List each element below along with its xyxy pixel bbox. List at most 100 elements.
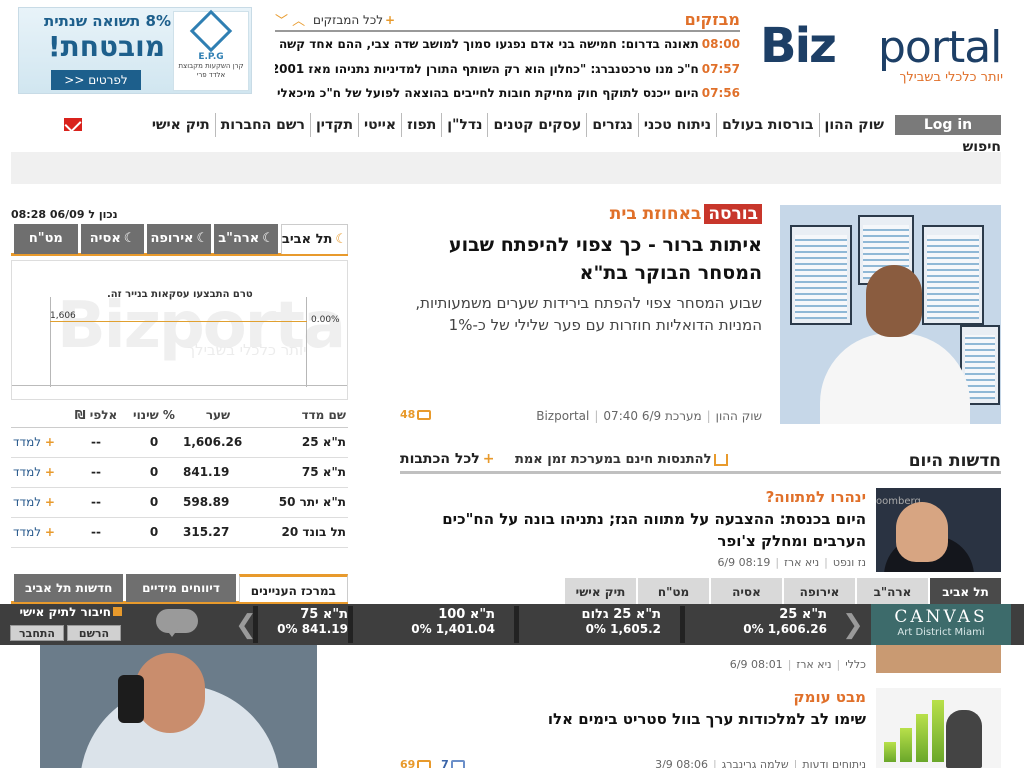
nav-item-small-business[interactable]: עסקים קטנים — [487, 113, 586, 137]
table-row[interactable]: ת"א 75 841.19 0 -- + למדד — [11, 457, 348, 488]
nav-item-derivatives[interactable]: נגזרים — [586, 113, 638, 137]
news-section[interactable]: נז ונפט — [833, 556, 866, 569]
mail-icon[interactable] — [64, 118, 82, 131]
index-volume: -- — [67, 517, 125, 548]
lead-comments[interactable]: 48 — [400, 408, 432, 421]
nav-item-world-markets[interactable]: בורסות בעולם — [716, 113, 818, 137]
lead-section[interactable]: שוק ההון — [716, 409, 762, 423]
index-rate: 1,606.26 — [183, 427, 253, 458]
table-row[interactable]: ת"א יתר 50 598.89 0 -- + למדד — [11, 487, 348, 518]
nav-item-real-estate[interactable]: נדל"ן — [441, 113, 487, 137]
portfolio-connect-label[interactable]: חיבור לתיק אישי — [0, 605, 122, 619]
tab-forex[interactable]: מט"ח — [638, 578, 709, 604]
all-articles-link[interactable]: +לכל הכתבות — [400, 451, 495, 467]
ad-details-button[interactable]: לפרטים << — [51, 70, 141, 90]
quote-ta25[interactable]: ת"א 25 1,606.26 0% — [687, 607, 827, 642]
tab-asia[interactable]: ☾אסיה — [80, 224, 145, 254]
epg-banner-ad[interactable]: E.P.G קרן השקעות מקבוצת אלדד פרי 8% תשוא… — [18, 7, 252, 94]
quote-ta75[interactable]: ת"א 75 841.19 0% — [258, 607, 348, 642]
epg-logo: E.P.G קרן השקעות מקבוצת אלדד פרי — [173, 9, 249, 91]
nav-item-capital-market[interactable]: שוק ההון — [818, 113, 889, 137]
lead-title[interactable]: איתות ברור - כך צפוי להיפתח שבוע המסחר ה… — [400, 231, 762, 287]
tab-europe[interactable]: ☾אירופה — [147, 224, 212, 254]
nav-item-takdin[interactable]: תקדין — [309, 113, 358, 137]
phone-icon — [118, 675, 144, 723]
tab-tel-aviv[interactable]: ☾תל אביב — [280, 224, 348, 254]
tab-tel-aviv-news[interactable]: חדשות תל אביב — [14, 574, 124, 602]
news-title[interactable]: שימו לב למלכודות ערך בוול סטריט בימים אל… — [400, 708, 866, 730]
to-index-link[interactable]: + למדד — [11, 427, 67, 458]
realtime-trial-link[interactable]: להתנסות חינם במערכת זמן אמת — [515, 452, 729, 467]
quote-name: ת"א 25 גלום — [581, 607, 661, 622]
ticker-header: מבזקים +לכל המבזקים ︿ ﹀ — [275, 8, 740, 32]
nav-item-portfolio[interactable]: תיק אישי — [147, 113, 215, 137]
nav-item-it[interactable]: אייטי — [358, 113, 401, 137]
news-title[interactable]: היום בכנסת: ההצבעה על מתווה הגז; נתניהו … — [400, 508, 866, 552]
quote-value: 1,605.2 0% — [585, 622, 661, 636]
chat-icon[interactable] — [156, 609, 198, 637]
plus-icon: + — [44, 465, 55, 479]
index-name[interactable]: ת"א 75 — [253, 457, 348, 488]
tab-asia[interactable]: אסיה — [711, 578, 782, 604]
ticker-item[interactable]: 07:57ח"כ מנו טרכטנברג: "כחלון הוא רק השו… — [275, 62, 740, 76]
table-row[interactable]: ת"א 25 1,606.26 0 -- + למדד — [11, 427, 348, 458]
tab-portfolio[interactable]: תיק אישי — [565, 578, 636, 604]
quote-ta25-gross[interactable]: ת"א 25 גלום 1,605.2 0% — [521, 607, 661, 642]
table-row[interactable]: תל בונד 20 315.27 0 -- + למדד — [11, 517, 348, 548]
index-name[interactable]: ת"א 25 — [253, 427, 348, 458]
todays-news-title: חדשות היום — [908, 451, 1001, 471]
bizportal-logo[interactable]: Biz portal יותר כלכלי בשבילך — [760, 18, 1005, 88]
epg-diamond-icon — [189, 9, 233, 53]
tab-immediate-reports[interactable]: דיווחים מידיים — [126, 574, 236, 602]
tab-forex[interactable]: מט"ח — [13, 224, 78, 254]
news-comments[interactable]: 7 69 — [400, 758, 465, 768]
tab-europe[interactable]: אירופה — [784, 578, 855, 604]
index-volume: -- — [67, 457, 125, 488]
news-thumbnail[interactable]: oomberg — [876, 488, 1001, 572]
all-flashes-link[interactable]: +לכל המבזקים — [313, 13, 395, 27]
to-index-link[interactable]: + למדד — [11, 517, 67, 548]
chart-axis — [12, 385, 347, 386]
index-name[interactable]: ת"א יתר 50 — [253, 487, 348, 518]
trader-figure — [820, 333, 970, 424]
lead-category-tag[interactable]: בורסה — [704, 204, 762, 224]
chevron-right-icon[interactable]: ❯ — [842, 610, 864, 640]
tab-in-focus[interactable]: במרכז העניינים — [238, 574, 348, 602]
nav-item-companies-registry[interactable]: רשם החברות — [214, 113, 310, 137]
quote-divider — [680, 606, 685, 643]
news-item[interactable]: כללי|ניא ארז|08:01 6/9 — [400, 645, 1001, 675]
news-thumbnail[interactable] — [876, 645, 1001, 673]
index-change: 0 — [125, 487, 183, 518]
news-section[interactable]: ניתוחים ודעות — [802, 758, 866, 768]
sticky-quotes-bar: חיבור לתיק אישי הרשם התחבר ❮ ת"א 75 841.… — [0, 604, 1024, 645]
quote-name: ת"א 100 — [438, 607, 495, 622]
canvas-ad[interactable]: CANVAS Art District Miami — [871, 604, 1011, 645]
tab-usa[interactable]: ☾ארה"ב — [214, 224, 278, 254]
comment-icon — [417, 760, 432, 768]
lead-article-image[interactable] — [780, 205, 1001, 424]
ticker-item[interactable]: 07:56היום ייכנס לתוקף חוק מחיקת חובות לח… — [275, 86, 740, 100]
canvas-ad-title: CANVAS — [894, 607, 988, 627]
news-thumbnail[interactable] — [876, 688, 1001, 768]
login-button[interactable]: Log in — [895, 115, 1001, 135]
tab-usa[interactable]: ארה"ב — [857, 578, 928, 604]
portfolio-icon — [113, 607, 122, 616]
tab-tel-aviv[interactable]: תל אביב — [930, 578, 1001, 604]
to-index-link[interactable]: + למדד — [11, 457, 67, 488]
in-focus-image[interactable] — [40, 645, 317, 768]
news-section[interactable]: כללי — [845, 658, 866, 671]
lead-summary: שבוע המסחר צפוי להפתח בירידות שערים משמע… — [415, 294, 762, 334]
news-author: שלמה גרינברג — [721, 758, 789, 768]
lead-datetime: 07:40 6/9 — [603, 409, 662, 423]
nav-item-tapuz[interactable]: תפוז — [401, 113, 441, 137]
nav-item-technical-analysis[interactable]: ניתוח טכני — [637, 113, 716, 137]
login-button[interactable]: התחבר — [10, 625, 64, 641]
to-index-link[interactable]: + למדד — [11, 487, 67, 518]
index-name[interactable]: תל בונד 20 — [253, 517, 348, 548]
trader-head — [866, 265, 922, 337]
register-button[interactable]: הרשם — [67, 625, 121, 641]
ticker-item[interactable]: 08:00תאונה בדרום: חמישה בני אדם נפגעו סמ… — [275, 37, 740, 51]
quote-ta100[interactable]: ת"א 100 1,401.04 0% — [355, 607, 495, 642]
ticker-up-icon[interactable]: ︿ — [292, 14, 305, 29]
ticker-down-icon[interactable]: ﹀ — [275, 14, 288, 29]
